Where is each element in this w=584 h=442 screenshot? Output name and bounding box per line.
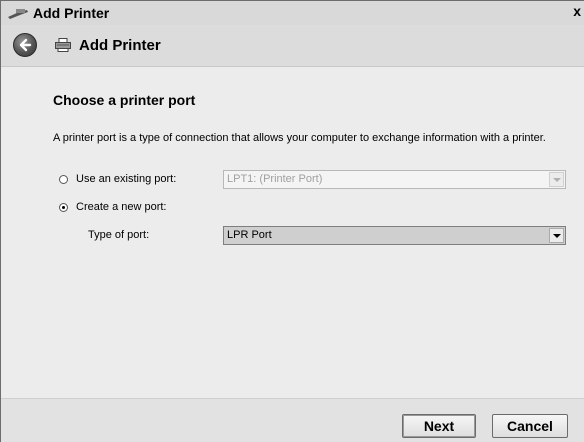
wizard-title: Add Printer (79, 37, 161, 54)
close-icon[interactable]: x (573, 3, 581, 19)
window-title: Add Printer (33, 5, 110, 21)
existing-port-value: LPT1: (Printer Port) (227, 173, 323, 185)
back-arrow-icon[interactable] (13, 33, 37, 57)
use-existing-port-radio[interactable] (59, 175, 68, 184)
next-button[interactable]: Next (402, 414, 476, 438)
wizard-footer: Next Cancel (1, 398, 584, 442)
printer-wizard-icon (8, 9, 28, 19)
page-heading: Choose a printer port (53, 92, 196, 108)
type-of-port-label: Type of port: (88, 229, 150, 241)
cancel-button[interactable]: Cancel (492, 414, 568, 438)
use-existing-port-label[interactable]: Use an existing port: (76, 173, 176, 185)
printer-icon (55, 38, 71, 52)
title-bar[interactable]: Add Printer x (1, 1, 584, 25)
type-of-port-value: LPR Port (227, 229, 272, 241)
create-new-port-radio[interactable] (59, 203, 68, 212)
chevron-down-icon (549, 172, 564, 187)
create-new-port-label[interactable]: Create a new port: (76, 201, 167, 213)
wizard-content: Choose a printer port A printer port is … (1, 67, 584, 397)
existing-port-select: LPT1: (Printer Port) (223, 170, 566, 189)
add-printer-window: Add Printer x Add Printer Choose a print… (0, 0, 584, 442)
page-description: A printer port is a type of connection t… (53, 132, 546, 144)
chevron-down-icon[interactable] (549, 228, 564, 243)
type-of-port-select[interactable]: LPR Port (223, 226, 566, 245)
wizard-header: Add Printer (1, 25, 584, 67)
